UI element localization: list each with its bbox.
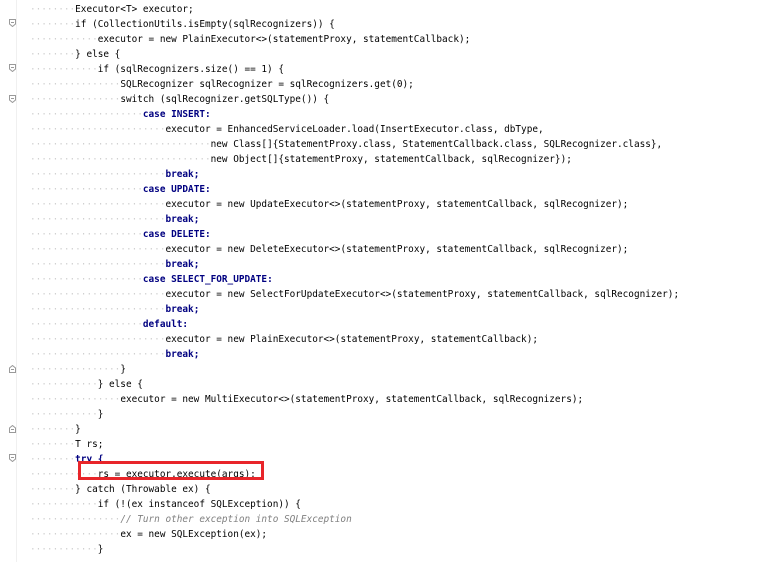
code-text: executor = new DeleteExecutor<>(statemen… [165,244,629,255]
code-text: if (CollectionUtils.isEmpty(sqlRecognize… [75,19,335,30]
code-line[interactable]: ············executor = new PlainExecutor… [30,32,758,47]
code-text: } [97,544,104,555]
code-text: } [75,424,81,435]
code-text: new Class[]{StatementProxy.class, Statem… [210,139,663,150]
code-line[interactable]: ········T rs; [30,437,758,452]
code-text: } else { [97,379,143,390]
code-line[interactable]: ························break; [30,212,758,227]
code-text: executor = new PlainExecutor<>(statement… [97,34,471,45]
code-line[interactable]: ········} [30,422,758,437]
code-line[interactable]: ············if (!(ex instanceof SQLExcep… [30,497,758,512]
code-line[interactable]: ················executor = new MultiExec… [30,392,758,407]
code-text: } [97,409,104,420]
code-text: default: [142,319,189,330]
code-text: executor = EnhancedServiceLoader.load(In… [165,124,544,135]
gutter-separator [16,0,17,562]
code-text: if (!(ex instanceof SQLException)) { [97,499,301,510]
code-text: break; [165,349,200,360]
code-text: } catch (Throwable ex) { [75,484,211,495]
fold-marker-icon[interactable] [9,365,16,373]
editor-gutter [0,0,16,562]
code-text: new Object[]{statementProxy, statementCa… [210,154,572,165]
code-text: case DELETE: [142,229,211,240]
code-line[interactable]: ································new Clas… [30,137,758,152]
highlight-annotation-box [78,461,264,480]
code-text: break; [165,169,200,180]
code-line[interactable]: ············} [30,407,758,422]
code-text: break; [165,214,200,225]
fold-marker-icon[interactable] [9,64,16,72]
code-text: executor = new SelectForUpdateExecutor<>… [165,289,680,300]
code-line[interactable]: ························break; [30,302,758,317]
code-text: case INSERT: [142,109,211,120]
code-line[interactable]: ························executor = new U… [30,197,758,212]
code-line[interactable]: ····················default: [30,317,758,332]
code-comment: // Turn other exception into SQLExceptio… [120,514,352,525]
code-text: SQLRecognizer sqlRecognizer = sqlRecogni… [120,79,414,90]
code-text: T rs; [75,439,104,450]
code-text: executor = new PlainExecutor<>(statement… [165,334,538,345]
fold-marker-icon[interactable] [9,425,16,433]
code-line[interactable]: ························executor = new D… [30,242,758,257]
code-line[interactable]: ························break; [30,167,758,182]
fold-marker-icon[interactable] [9,19,16,27]
code-line[interactable]: ················ex = new SQLException(ex… [30,527,758,542]
code-line[interactable]: ············} [30,542,758,557]
code-line[interactable]: ····················case INSERT: [30,107,758,122]
code-line[interactable]: ························executor = Enhan… [30,122,758,137]
fold-marker-icon[interactable] [9,95,16,103]
code-line[interactable]: ····················case UPDATE: [30,182,758,197]
code-line[interactable]: ········} else { [30,47,758,62]
code-line[interactable]: ················switch (sqlRecognizer.ge… [30,92,758,107]
code-text: switch (sqlRecognizer.getSQLType()) { [120,94,330,105]
code-text: ex = new SQLException(ex); [120,529,268,540]
code-line[interactable]: ············} else { [30,377,758,392]
code-line[interactable]: ····················case SELECT_FOR_UPDA… [30,272,758,287]
code-text: case SELECT_FOR_UPDATE: [142,274,273,285]
code-line[interactable]: ················SQLRecognizer sqlRecogni… [30,77,758,92]
code-text: } else { [75,49,121,60]
code-line[interactable]: ························executor = new S… [30,287,758,302]
code-line[interactable]: ························break; [30,257,758,272]
code-text: executor = new MultiExecutor<>(statement… [120,394,584,405]
code-line[interactable]: ················// Turn other exception … [30,512,758,527]
code-text: break; [165,259,200,270]
code-line[interactable]: ········if (CollectionUtils.isEmpty(sqlR… [30,17,758,32]
code-text: case UPDATE: [142,184,211,195]
code-line[interactable]: ························break; [30,347,758,362]
code-text: if (sqlRecognizers.size() == 1) { [97,64,284,75]
code-line[interactable]: ························executor = new P… [30,332,758,347]
code-line[interactable]: ········Executor<T> executor; [30,2,758,17]
code-text: } [120,364,126,375]
code-text: executor = new UpdateExecutor<>(statemen… [165,199,629,210]
code-text: break; [165,304,200,315]
code-line[interactable]: ····················case DELETE: [30,227,758,242]
code-text: Executor<T> executor; [75,4,194,15]
code-line[interactable]: ································new Obje… [30,152,758,167]
code-line[interactable]: ········} catch (Throwable ex) { [30,482,758,497]
code-line[interactable]: ················} [30,362,758,377]
code-line[interactable]: ············if (sqlRecognizers.size() ==… [30,62,758,77]
fold-marker-icon[interactable] [9,454,16,462]
